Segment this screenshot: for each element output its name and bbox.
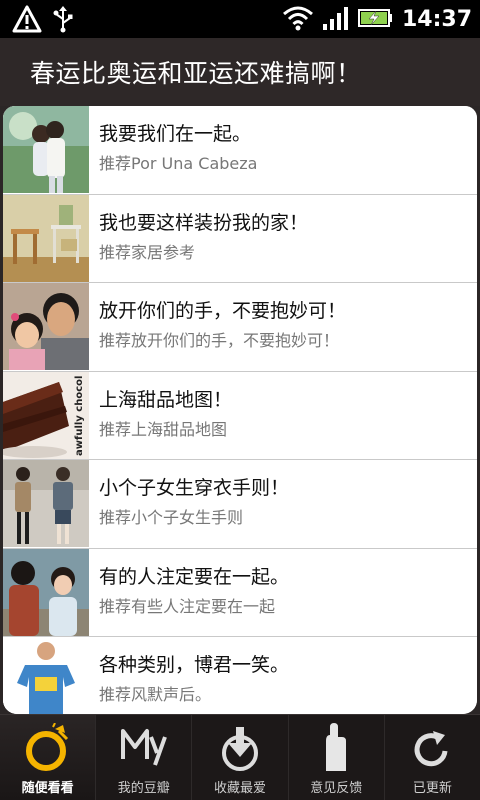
status-time: 14:37: [401, 7, 472, 32]
fashion-photo: [3, 460, 89, 547]
furniture-photo: [3, 194, 89, 282]
tab-updated[interactable]: 已更新: [385, 715, 480, 800]
list-item-title: 有的人注定要在一起。: [99, 565, 290, 588]
refresh-icon: [407, 723, 457, 777]
tab-favorites[interactable]: 收藏最爱: [192, 715, 289, 800]
list-item-title: 小个子女生穿衣手则！: [99, 477, 290, 499]
battery-charging-icon: [357, 4, 394, 36]
list-item-title: 我也要这样装扮我的家！: [99, 211, 309, 234]
tab-my-douban[interactable]: 我的豆瓣: [96, 715, 193, 800]
list-item[interactable]: 放开你们的手，不要抱妙可！ 推荐放开你们的手，不要抱妙可！: [3, 283, 477, 372]
list-item-subtitle: 推荐有些人注定要在一起: [99, 596, 276, 616]
warning-icon: [12, 5, 42, 37]
list-item[interactable]: 小个子女生穿衣手则！ 推荐小个子女生手则: [3, 460, 477, 549]
list-item-title: 放开你们的手，不要抱妙可！: [99, 300, 347, 322]
download-icon: [215, 723, 265, 777]
list-item[interactable]: 各种类别，博君一笑。 推荐风默声后。: [3, 637, 477, 714]
tab-random[interactable]: 随便看看: [0, 715, 97, 800]
list-item-subtitle: 推荐家居参考: [99, 242, 196, 262]
tab-label: 已更新: [412, 781, 452, 796]
tab-label: 收藏最爱: [214, 781, 267, 796]
list-item-subtitle: 推荐Por Una Cabeza: [99, 154, 258, 173]
usb-icon: [52, 5, 74, 37]
list-item[interactable]: 我也要这样装扮我的家！ 推荐家居参考: [3, 194, 477, 283]
tab-label: 我的豆瓣: [117, 781, 170, 796]
list-item[interactable]: 有的人注定要在一起。 推荐有些人注定要在一起: [3, 548, 477, 637]
list-item-title: 上海甜品地图！: [99, 388, 233, 411]
random-icon: [23, 722, 73, 777]
list-item-subtitle: 推荐风默声后。: [99, 685, 212, 704]
my-douban-icon: [117, 723, 171, 777]
list-item-title: 我要我们在一起。: [99, 123, 252, 145]
status-bar: 14:37: [0, 0, 480, 38]
list-item-subtitle: 推荐小个子女生手则: [99, 508, 244, 527]
tab-label: 随便看看: [21, 781, 74, 796]
signal-icon: [322, 4, 350, 36]
chocolate-cake-photo: awfully chocolate: [3, 371, 89, 459]
list-item-subtitle: 推荐放开你们的手，不要抱妙可！: [99, 331, 340, 350]
list-item-subtitle: 推荐上海甜品地图: [99, 419, 228, 439]
page-title: 春运比奥运和亚运还难搞啊！: [30, 59, 362, 88]
couple-street-photo: [3, 548, 89, 636]
recommendation-list: 我要我们在一起。 推荐Por Una Cabeza 我也要这样装扮我的家！ 推荐…: [3, 106, 477, 714]
bottom-tab-bar: 随便看看 我的豆瓣 收藏最爱 意见反馈 已更新: [0, 714, 480, 800]
thumb-brand-text: awfully chocolate: [74, 375, 85, 456]
tab-label: 意见反馈: [310, 781, 363, 796]
list-item-title: 各种类别，博君一笑。: [99, 654, 290, 676]
tshirt-man-photo: [3, 637, 89, 714]
wifi-icon: [282, 4, 314, 36]
couple-photo: [3, 106, 89, 193]
tab-feedback[interactable]: 意见反馈: [289, 715, 385, 800]
list-item[interactable]: 我要我们在一起。 推荐Por Una Cabeza: [3, 106, 477, 195]
title-bar: 春运比奥运和亚运还难搞啊！: [0, 38, 480, 106]
feedback-hand-icon: [316, 723, 356, 777]
list-item[interactable]: awfully chocolate 上海甜品地图！ 推荐上海甜品地图: [3, 371, 477, 460]
man-and-girl-photo: [3, 283, 89, 370]
